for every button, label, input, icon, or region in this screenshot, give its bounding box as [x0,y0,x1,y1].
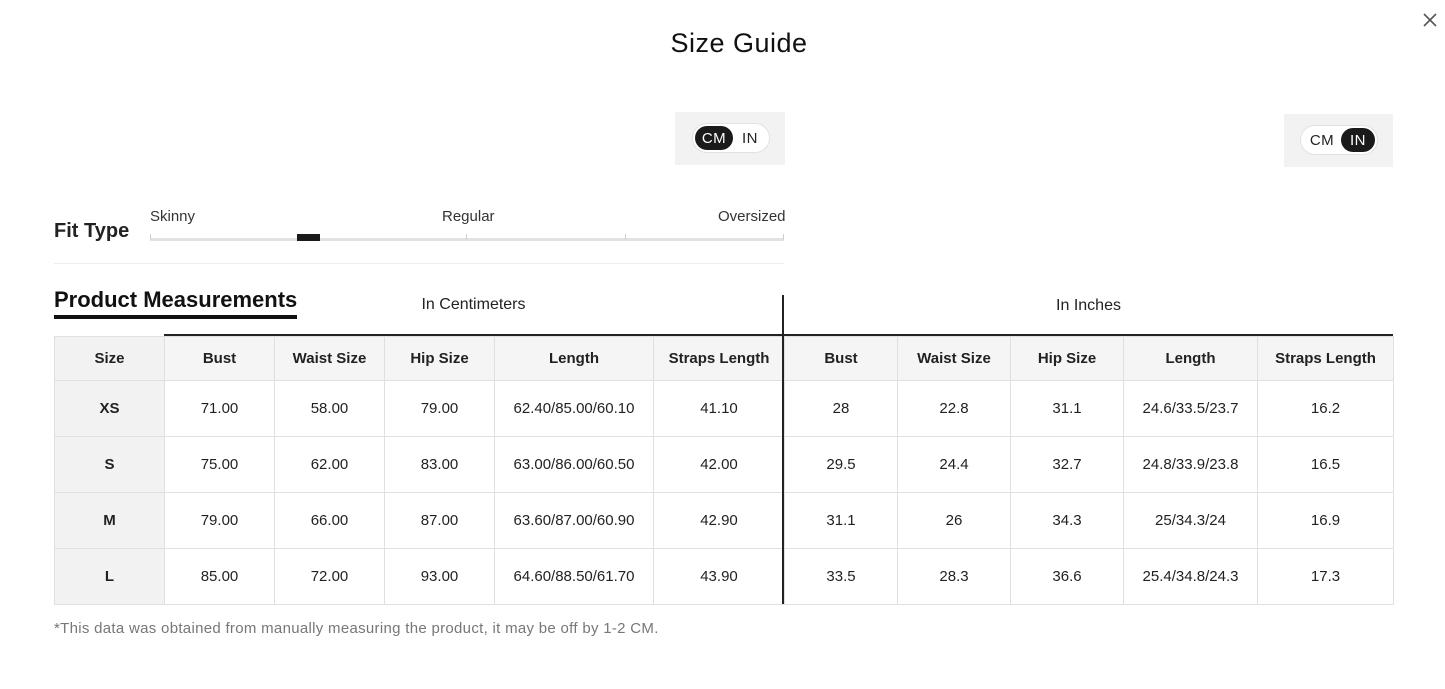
unit-toggle: CM IN [692,123,770,153]
table-header-row: Size Bust Waist Size Hip Size Length Str… [54,336,1394,381]
fit-tick [625,234,626,240]
fit-type-label: Fit Type [54,220,130,242]
table-cell: 22.8 [897,380,1011,437]
unit-divider [782,295,784,604]
fit-slider-track [150,238,784,241]
table-cell: 25/34.3/24 [1123,492,1258,549]
group-header-in: In Inches [1056,297,1121,314]
table-cell: 79.00 [164,492,275,549]
size-cell: L [54,548,165,605]
fit-tick [466,234,467,240]
unit-option-cm[interactable]: CM [1303,128,1341,152]
table-cell: 58.00 [274,380,385,437]
unit-option-in[interactable]: IN [1341,128,1375,152]
table-cell: 41.10 [653,380,785,437]
table-cell: 29.5 [784,436,898,493]
table-cell: 63.60/87.00/60.90 [494,492,654,549]
fit-option-skinny: Skinny [150,208,196,225]
table-row: S 75.00 62.00 83.00 63.00/86.00/60.50 42… [54,436,1394,493]
table-cell: 42.90 [653,492,785,549]
column-header: Straps Length [653,336,785,381]
table-cell: 17.3 [1257,548,1394,605]
column-header: Waist Size [897,336,1011,381]
divider [54,263,784,264]
table-cell: 34.3 [1010,492,1124,549]
table-cell: 25.4/34.8/24.3 [1123,548,1258,605]
table-cell: 36.6 [1010,548,1124,605]
column-header: Hip Size [1010,336,1124,381]
table-cell: 63.00/86.00/60.50 [494,436,654,493]
column-header: Length [1123,336,1258,381]
table-cell: 85.00 [164,548,275,605]
table-cell: 71.00 [164,380,275,437]
footnote: *This data was obtained from manually me… [54,620,659,637]
table-cell: 24.6/33.5/23.7 [1123,380,1258,437]
table-cell: 16.5 [1257,436,1394,493]
table-cell: 28.3 [897,548,1011,605]
table-row: XS 71.00 58.00 79.00 62.40/85.00/60.10 4… [54,380,1394,437]
column-header: Hip Size [384,336,495,381]
table-cell: 75.00 [164,436,275,493]
fit-option-regular: Regular [442,208,495,225]
column-header: Length [494,336,654,381]
fit-tick [783,234,784,240]
page-title: Size Guide [670,28,808,58]
column-header: Size [54,336,165,381]
table-cell: 31.1 [784,492,898,549]
fit-slider-thumb [297,234,320,241]
table-cell: 66.00 [274,492,385,549]
table-cell: 87.00 [384,492,495,549]
unit-toggle: CM IN [1300,125,1378,155]
column-header: Bust [784,336,898,381]
measurements-table: Size Bust Waist Size Hip Size Length Str… [54,336,1394,605]
table-cell: 33.5 [784,548,898,605]
size-cell: M [54,492,165,549]
unit-option-cm[interactable]: CM [695,126,733,150]
table-cell: 83.00 [384,436,495,493]
table-cell: 62.40/85.00/60.10 [494,380,654,437]
column-header: Waist Size [274,336,385,381]
table-cell: 64.60/88.50/61.70 [494,548,654,605]
fit-option-oversized: Oversized [718,208,786,225]
table-cell: 42.00 [653,436,785,493]
size-cell: XS [54,380,165,437]
table-cell: 43.90 [653,548,785,605]
table-row: L 85.00 72.00 93.00 64.60/88.50/61.70 43… [54,548,1394,605]
fit-tick [150,234,151,240]
table-cell: 32.7 [1010,436,1124,493]
table-cell: 28 [784,380,898,437]
column-header: Straps Length [1257,336,1394,381]
table-cell: 31.1 [1010,380,1124,437]
table-cell: 93.00 [384,548,495,605]
size-cell: S [54,436,165,493]
unit-option-in[interactable]: IN [733,126,767,150]
table-cell: 72.00 [274,548,385,605]
table-cell: 26 [897,492,1011,549]
table-row: M 79.00 66.00 87.00 63.60/87.00/60.90 42… [54,492,1394,549]
column-header: Bust [164,336,275,381]
table-cell: 79.00 [384,380,495,437]
table-cell: 16.2 [1257,380,1394,437]
table-cell: 16.9 [1257,492,1394,549]
unit-switch-right: CM IN [1284,114,1393,167]
unit-switch-left: CM IN [675,112,785,165]
table-cell: 24.4 [897,436,1011,493]
table-cell: 62.00 [274,436,385,493]
group-header-cm: In Centimeters [421,296,526,313]
table-cell: 24.8/33.9/23.8 [1123,436,1258,493]
